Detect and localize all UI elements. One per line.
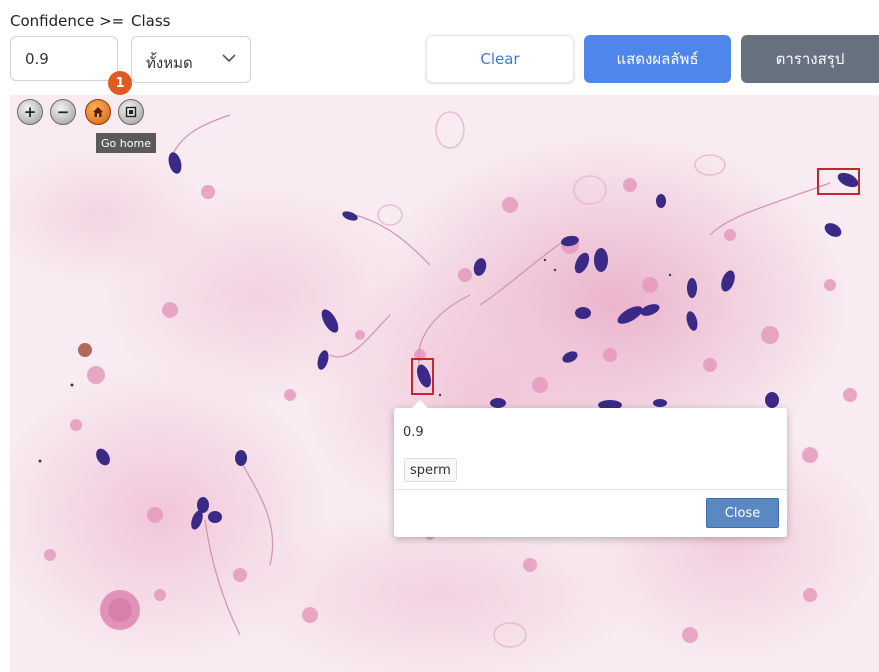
popup-score: 0.9	[403, 425, 424, 440]
zoom-out-button[interactable]: −	[50, 99, 76, 125]
confidence-input[interactable]	[10, 36, 118, 81]
image-viewer[interactable]	[10, 95, 879, 672]
microscope-image	[10, 95, 879, 672]
popup-divider	[394, 489, 787, 490]
show-results-button[interactable]: แสดงผลลัพธ์	[584, 35, 731, 83]
popup-class-tag: sperm	[404, 458, 457, 482]
zoom-out-icon: −	[56, 102, 70, 121]
class-select[interactable]: ทั้งหมด	[131, 36, 251, 83]
class-label: Class	[131, 12, 171, 30]
fullscreen-icon	[125, 106, 137, 118]
popup-arrow	[412, 400, 428, 408]
summary-table-button[interactable]: ตารางสรุป	[741, 35, 879, 83]
close-button[interactable]: Close	[706, 498, 779, 528]
chevron-down-icon	[222, 54, 236, 63]
zoom-in-icon: +	[23, 102, 37, 121]
clear-button[interactable]: Clear	[426, 35, 574, 83]
step-badge: 1	[108, 71, 132, 95]
class-select-value: ทั้งหมด	[146, 54, 193, 72]
home-button[interactable]	[85, 99, 111, 125]
detection-box-selected[interactable]	[411, 358, 434, 395]
home-tooltip: Go home	[96, 133, 156, 153]
detection-popup: 0.9 sperm Close	[394, 400, 787, 537]
fullscreen-button[interactable]	[118, 99, 144, 125]
zoom-in-button[interactable]: +	[17, 99, 43, 125]
detection-box[interactable]	[817, 168, 860, 195]
home-icon	[93, 107, 103, 117]
confidence-label: Confidence >=	[10, 12, 125, 30]
